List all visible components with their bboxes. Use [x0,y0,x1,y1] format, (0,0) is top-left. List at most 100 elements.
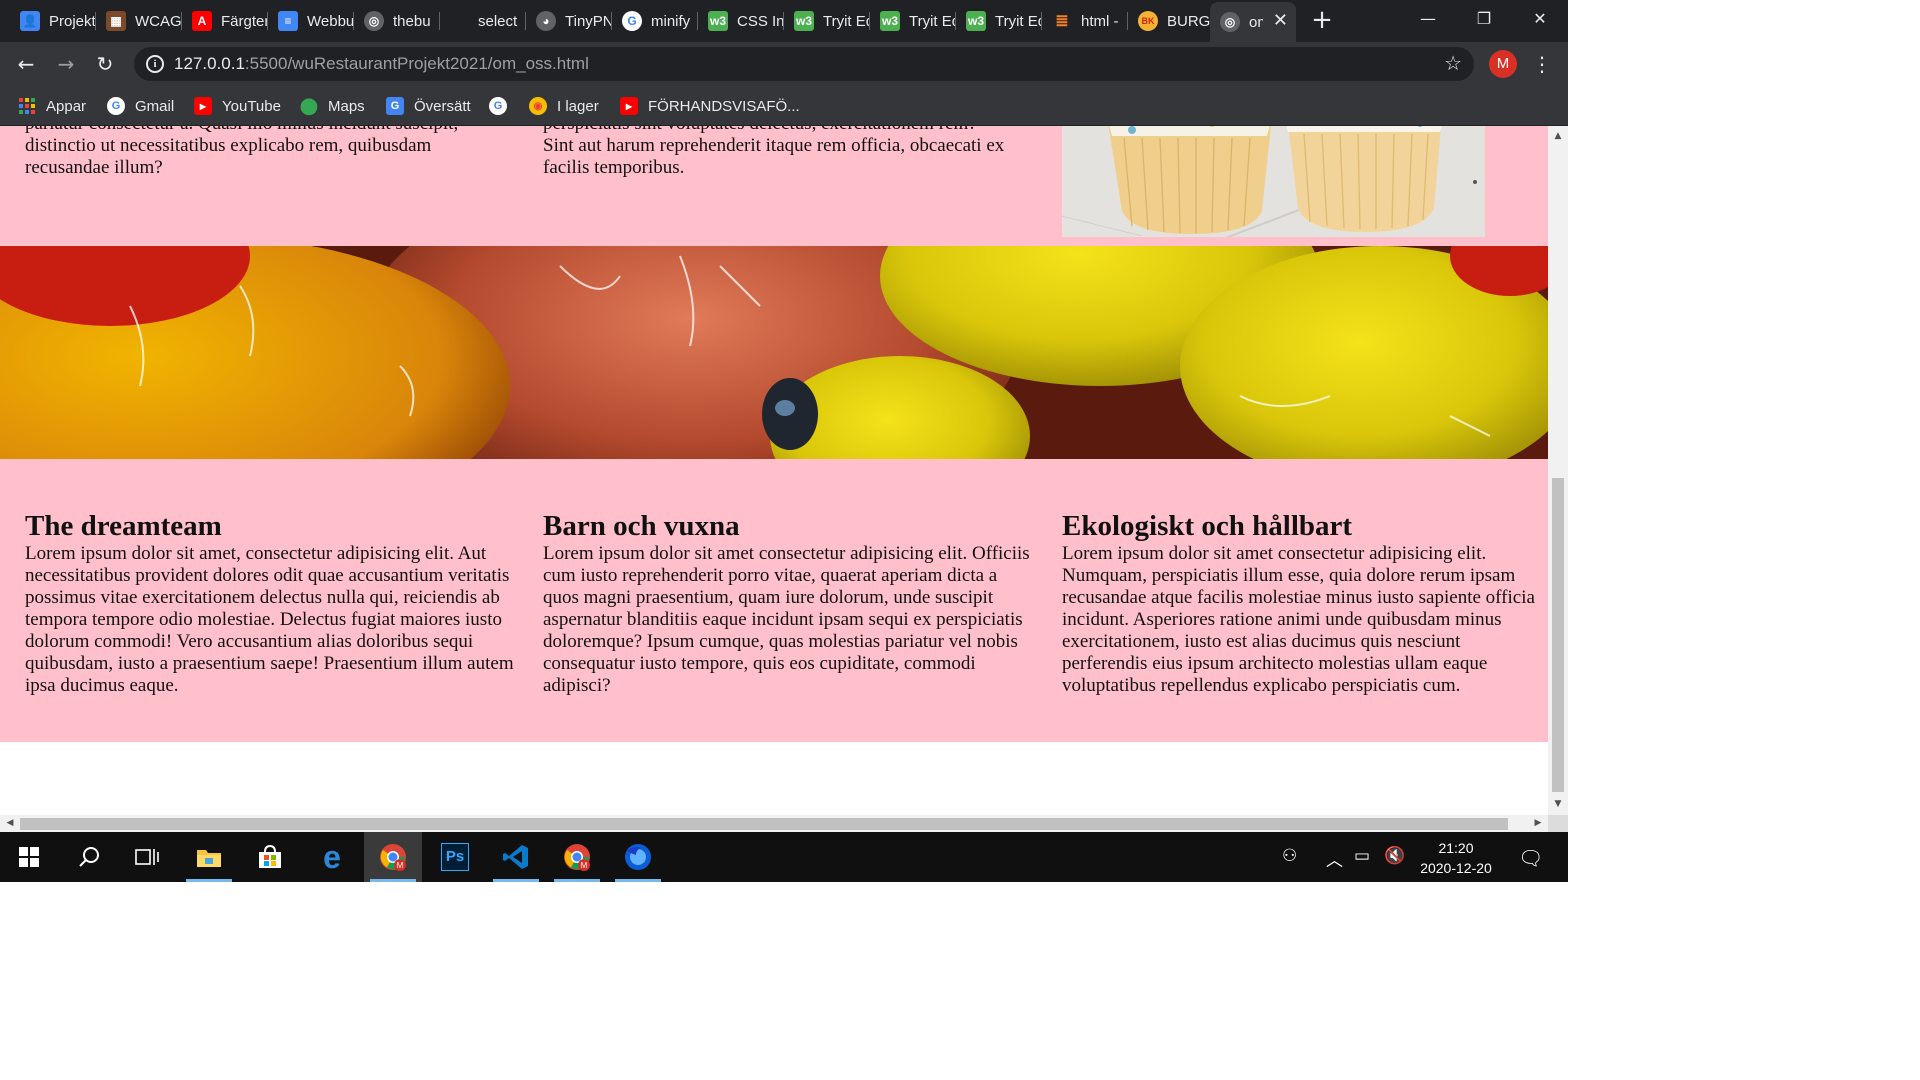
vertical-scrollbar[interactable]: ▲ ▼ [1548,126,1568,815]
site-info-icon[interactable]: i [146,55,164,73]
bookmark-youtube[interactable]: ▶ YouTube [194,94,281,118]
profile-avatar[interactable]: M [1489,50,1517,78]
bookmark-label: Gmail [135,97,175,115]
battery-icon[interactable]: ▭ [1354,846,1370,866]
back-arrow-icon[interactable]: ← [12,50,40,78]
scroll-up-arrow-icon[interactable]: ▲ [1552,130,1564,142]
tab-webbutveckling[interactable]: ≡ Webbutveckling [268,4,354,38]
new-tab-button[interactable]: + [1308,6,1336,34]
tab-title: Tryit Editor [909,12,956,30]
chevron-up-icon[interactable]: ︿ [1326,846,1343,871]
microsoft-store-icon[interactable] [241,832,299,882]
bookmarks-bar: Appar G Gmail ▶ YouTube ⬤ Maps G Översät… [0,86,1568,126]
stackoverflow-icon: ≣ [1055,13,1069,30]
windows-start-icon[interactable] [0,832,58,882]
tab-tryit-3[interactable]: w3 Tryit Editor [956,4,1042,38]
wcag-icon: ▦ [106,11,126,31]
scroll-right-arrow-icon[interactable]: ▶ [1532,817,1544,829]
bookmark-appar[interactable]: Appar [18,94,86,118]
google-icon: G [489,97,507,115]
clock-time: 21:20 [1438,840,1474,856]
top-section: pariatur consectetur a. Quasi illo minus… [0,126,1548,246]
column-heading: Ekologiskt och hållbart [1062,510,1353,542]
google-icon: G [622,11,642,31]
restore-button[interactable]: ❐ [1464,4,1504,34]
tab-fargtema[interactable]: A Färgtema [182,4,268,38]
chrome-icon: ◉ [529,97,547,115]
bookmark-label: YouTube [222,97,281,115]
tab-tryit-1[interactable]: w3 Tryit Editor [784,4,870,38]
apps-grid-icon [18,97,36,115]
reload-icon[interactable]: ↻ [91,50,119,78]
tab-select[interactable]: select [440,4,526,38]
photoshop-icon[interactable]: Ps [426,832,484,882]
chrome-icon[interactable]: M [548,832,606,882]
file-explorer-icon[interactable] [180,832,238,882]
tab-html[interactable]: ≣ html - [1042,4,1128,38]
tab-title: thebu [393,12,431,30]
column-text: Lorem ipsum dolor sit amet consectetur a… [543,543,1030,696]
google-icon: G [107,97,125,115]
tab-minify[interactable]: G minify [612,4,698,38]
address-bar[interactable]: i 127.0.0.1:5500/wuRestaurantProjekt2021… [134,47,1474,81]
column-dreamteam: The dreamteam Lorem ipsum dolor sit amet… [25,509,515,697]
bookmark-i-lager[interactable]: ◉ I lager [529,94,599,118]
tab-title: WCAG [135,12,182,30]
horizontal-scroll-thumb[interactable] [20,818,1508,830]
bookmark-label: I lager [557,97,599,115]
fruit-banner-image [0,246,1548,459]
forward-arrow-icon[interactable]: → [52,50,80,78]
firefox-icon[interactable] [609,832,667,882]
bookmark-google[interactable]: G [489,94,517,118]
bookmark-label: Maps [328,97,365,115]
bookmark-forhandsvisa[interactable]: ▶ FÖRHANDSVISAFÖ... [620,94,800,118]
volume-muted-icon[interactable]: 🔇 [1384,846,1405,866]
tab-title: html - [1081,12,1119,30]
adobe-icon: A [192,11,212,31]
notifications-icon[interactable]: 🗨 [1518,846,1543,870]
people-icon[interactable]: ⚇ [1282,846,1297,866]
w3schools-icon: w3 [794,11,814,31]
column-heading: Barn och vuxna [543,510,740,542]
tab-projekt[interactable]: 👤 Projekt [10,4,96,38]
tab-wcag[interactable]: ▦ WCAG [96,4,182,38]
tab-css-in[interactable]: w3 CSS In [698,4,784,38]
w3schools-icon: w3 [880,11,900,31]
minimize-button[interactable]: — [1408,4,1448,34]
task-view-icon[interactable] [118,832,176,882]
bookmark-star-icon[interactable]: ☆ [1444,51,1462,75]
search-icon[interactable] [60,832,118,882]
chrome-icon[interactable]: M [364,832,422,882]
svg-text:M: M [397,861,404,870]
tab-tinypng[interactable]: ◕ TinyPNG [526,4,612,38]
bookmark-oversatt[interactable]: G Översätt [386,94,471,118]
top-column-1-text: pariatur consectetur a. Quasi illo minus… [25,126,458,178]
contacts-icon: 👤 [20,11,40,31]
close-window-button[interactable]: ✕ [1520,4,1560,34]
scroll-down-arrow-icon[interactable]: ▼ [1552,798,1564,810]
edge-icon[interactable]: e [303,832,361,882]
tab-title: Färgtema [221,12,268,30]
tab-title: select [478,12,518,30]
bookmark-label: Översätt [414,97,471,115]
vscode-icon[interactable] [487,832,545,882]
svg-text:M: M [581,861,588,870]
tab-thebu[interactable]: ◎ thebu [354,4,440,38]
horizontal-scrollbar[interactable]: ◀ ▶ [0,815,1548,832]
bookmark-maps[interactable]: ⬤ Maps [300,94,365,118]
url-text[interactable]: 127.0.0.1:5500/wuRestaurantProjekt2021/o… [174,54,589,74]
globe-icon: ◎ [1220,12,1240,32]
maps-pin-icon: ⬤ [300,98,318,115]
tab-title: Tryit Editor [995,12,1042,30]
vertical-scroll-thumb[interactable] [1552,478,1564,792]
about-section: The dreamteam Lorem ipsum dolor sit amet… [0,459,1548,742]
bookmark-gmail[interactable]: G Gmail [107,94,174,118]
tab-burger[interactable]: BK BURGER [1128,4,1214,38]
tab-om-oss[interactable]: ◎ om_oss ✕ [1210,2,1296,42]
tab-tryit-2[interactable]: w3 Tryit Editor [870,4,956,38]
scroll-left-arrow-icon[interactable]: ◀ [4,817,16,829]
browser-menu-icon[interactable]: ⋮ [1532,50,1552,78]
bookmark-label: FÖRHANDSVISAFÖ... [648,97,800,115]
close-tab-icon[interactable]: ✕ [1273,10,1288,31]
taskbar-clock[interactable]: 21:20 2020-12-20 [1404,838,1508,878]
